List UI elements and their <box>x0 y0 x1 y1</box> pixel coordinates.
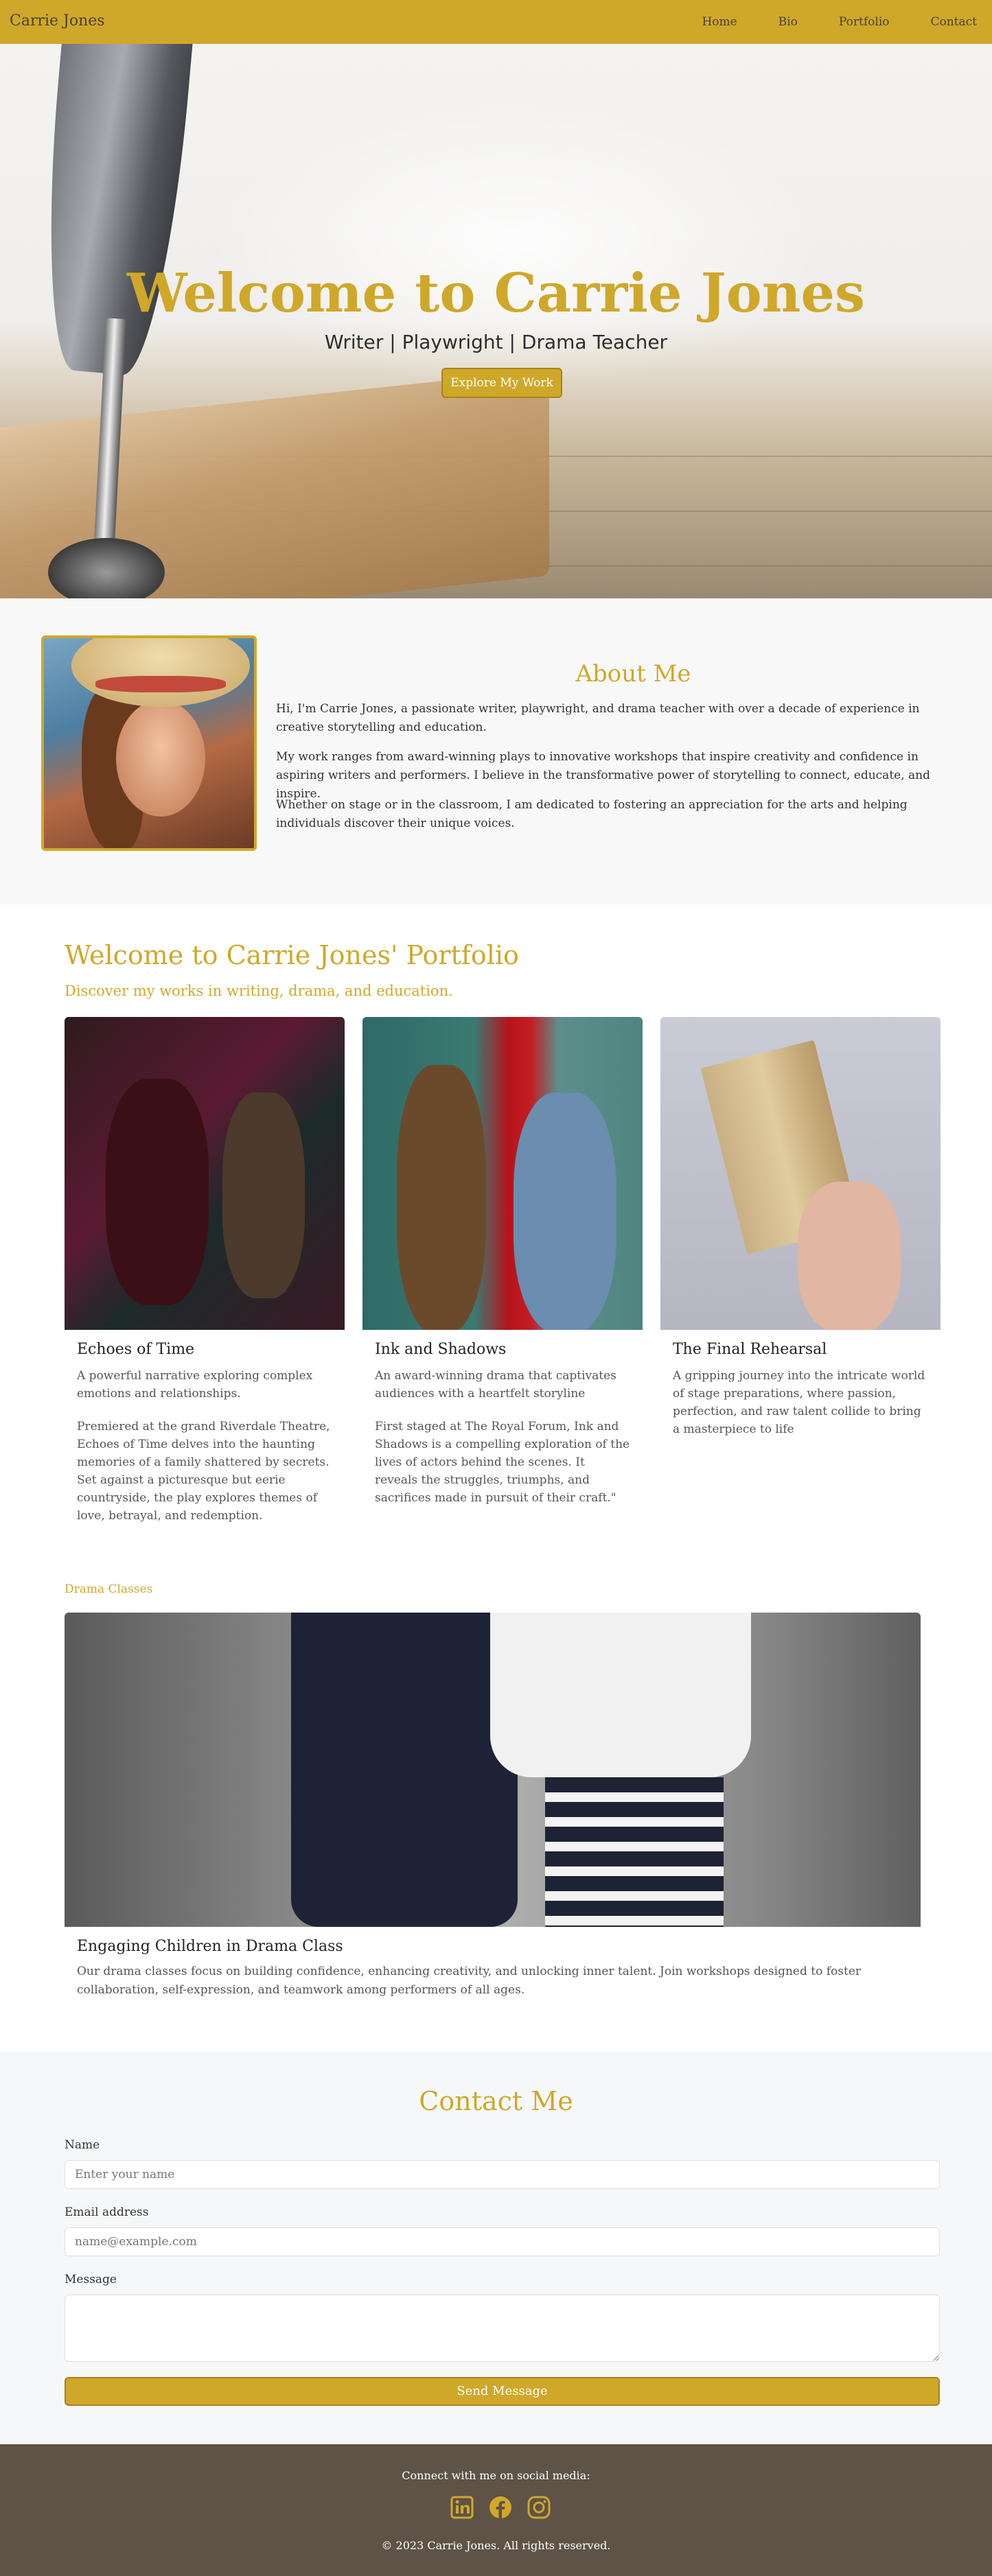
portfolio-title: Welcome to Carrie Jones' Portfolio <box>65 940 519 970</box>
drama-class-description: Our drama classes focus on building conf… <box>77 1965 862 1997</box>
card-image-ink-and-shadows <box>362 1017 643 1330</box>
name-input[interactable] <box>65 2160 940 2189</box>
card-summary: A powerful narrative exploring complex e… <box>77 1369 313 1401</box>
card-title: The Final Rehearsal <box>673 1341 827 1358</box>
explore-work-button[interactable]: Explore My Work <box>441 368 562 398</box>
drama-class-image <box>65 1613 921 1927</box>
navbar: Carrie Jones Home Bio Portfolio Contact <box>0 0 992 44</box>
nav-link-bio[interactable]: Bio <box>778 15 798 29</box>
instagram-icon[interactable] <box>527 2495 551 2520</box>
portfolio-card[interactable]: The Final Rehearsal A gripping journey i… <box>660 1017 941 1436</box>
actor-figure <box>397 1065 486 1330</box>
card-title: Echoes of Time <box>77 1341 195 1358</box>
portfolio-card[interactable]: Ink and Shadows An award-winning drama t… <box>362 1017 643 1505</box>
portfolio-subtitle: Discover my works in writing, drama, and… <box>65 983 453 999</box>
message-label: Message <box>65 2273 117 2286</box>
footer-copyright: © 2023 Carrie Jones. All rights reserved… <box>381 2539 611 2552</box>
footer: Connect with me on social media: © 2023 … <box>0 2444 992 2576</box>
nav-link-contact[interactable]: Contact <box>930 15 977 29</box>
portrait-photo <box>41 635 257 851</box>
message-textarea[interactable] <box>65 2295 940 2362</box>
hero-title: Welcome to Carrie Jones <box>127 262 865 325</box>
actor-figure <box>222 1092 305 1298</box>
actor-figure <box>514 1092 616 1330</box>
facebook-icon[interactable] <box>488 2495 513 2520</box>
hands <box>798 1182 901 1330</box>
drama-class-title: Engaging Children in Drama Class <box>77 1938 343 1955</box>
about-paragraph: My work ranges from award-winning plays … <box>276 750 930 801</box>
card-summary: A gripping journey into the intricate wo… <box>673 1369 925 1436</box>
nav-link-home[interactable]: Home <box>702 15 737 29</box>
about-paragraph: Whether on stage or in the classroom, I … <box>276 798 908 830</box>
striped-shorts <box>545 1777 724 1927</box>
about-paragraph: Hi, I'm Carrie Jones, a passionate write… <box>276 702 920 734</box>
email-input[interactable] <box>65 2227 940 2256</box>
footer-connect-text: Connect with me on social media: <box>402 2469 590 2482</box>
portrait-face <box>116 700 205 817</box>
send-message-button[interactable]: Send Message <box>65 2377 940 2406</box>
card-title: Ink and Shadows <box>375 1341 507 1358</box>
social-icons <box>450 2495 551 2520</box>
nav-link-portfolio[interactable]: Portfolio <box>839 15 890 29</box>
child-sweater <box>490 1613 751 1777</box>
portfolio-card[interactable]: Echoes of Time A powerful narrative expl… <box>65 1017 345 1523</box>
about-title: About Me <box>575 660 691 688</box>
hero-section: Welcome to Carrie Jones Writer | Playwri… <box>0 44 992 598</box>
actor-figure <box>106 1079 209 1305</box>
nav-links: Home Bio Portfolio Contact <box>660 15 977 29</box>
card-image-final-rehearsal <box>660 1017 941 1330</box>
portrait-hatband <box>95 676 226 692</box>
name-label: Name <box>65 2138 100 2152</box>
email-label: Email address <box>65 2205 149 2219</box>
brand-logo[interactable]: Carrie Jones <box>10 12 105 30</box>
contact-section: Contact Me Name Email address Message Se… <box>0 2052 992 2444</box>
linkedin-icon[interactable] <box>450 2495 474 2520</box>
card-image-echoes-of-time <box>65 1017 345 1330</box>
card-detail: Premiered at the grand Riverdale Theatre… <box>77 1420 330 1523</box>
drama-classes-label: Drama Classes <box>65 1582 153 1596</box>
about-section: About Me Hi, I'm Carrie Jones, a passion… <box>0 598 992 904</box>
contact-title: Contact Me <box>419 2086 573 2116</box>
child-figure <box>291 1613 518 1927</box>
card-detail: First staged at The Royal Forum, Ink and… <box>375 1420 630 1505</box>
hero-subtitle: Writer | Playwright | Drama Teacher <box>324 331 668 353</box>
card-summary: An award-winning drama that captivates a… <box>375 1369 616 1401</box>
